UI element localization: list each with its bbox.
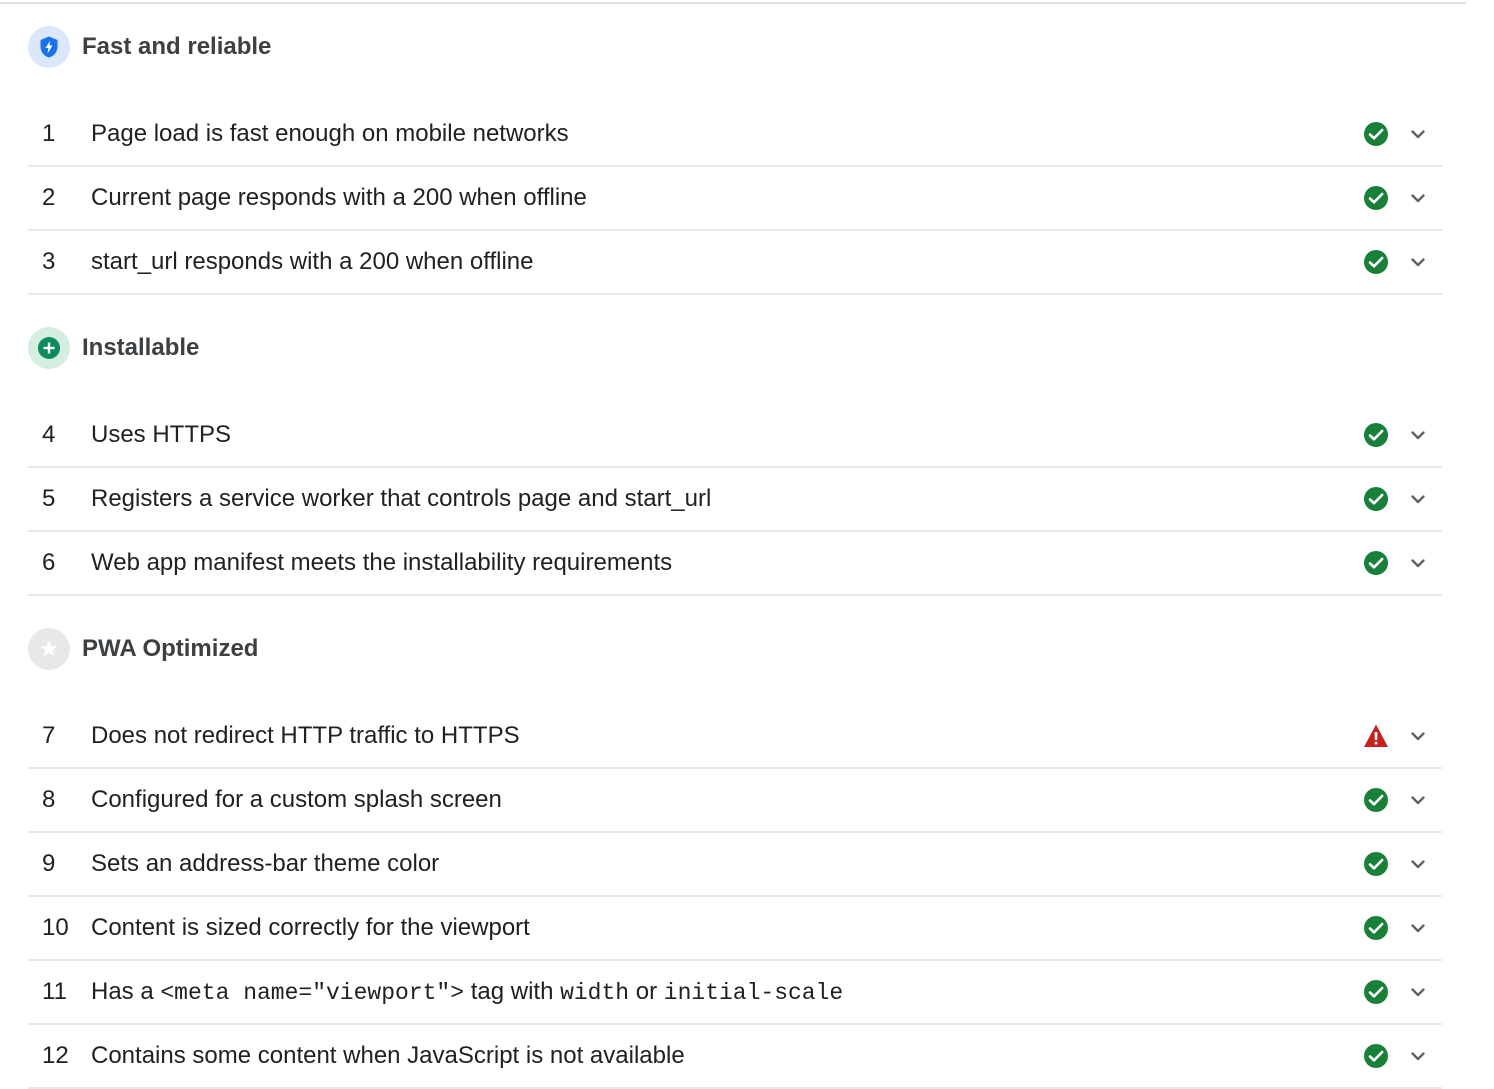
audit-index: 10 [42,914,69,941]
check-circle-icon [1363,249,1389,275]
audit-index: 2 [42,184,56,211]
audit-group-installable: Installable 4 Uses HTTPS 5 Registers a servi… [28,324,1442,596]
audit-index: 4 [42,421,56,448]
audit-row[interactable]: 11 Has a <meta name="viewport"> tag with … [28,961,1442,1025]
audit-index: 12 [42,1042,69,1069]
audit-group-pwa-optimized: PWA Optimized 7 Does not redirect HTTP tra… [28,625,1442,1089]
audit-title-code: <meta name="viewport"> [160,980,465,1006]
audit-index: 11 [42,978,67,1005]
chevron-down-icon[interactable] [1408,188,1428,208]
warning-triangle-icon [1363,723,1389,749]
audit-title-code: width [560,980,630,1006]
chevron-down-icon[interactable] [1408,553,1428,573]
audit-row[interactable]: 10 Content is sized correctly for the vie… [28,897,1442,961]
audit-title: Content is sized correctly for the viewp… [91,914,530,941]
audit-title: Web app manifest meets the installabilit… [91,549,673,576]
audit-index: 3 [42,248,56,275]
audit-title-text: Has a [91,978,161,1005]
audit-list: 7 Does not redirect HTTP traffic to HTTPS… [28,705,1442,1089]
audit-row[interactable]: 3 start_url responds with a 200 when offl… [28,231,1442,295]
group-header: Fast and reliable [28,23,1442,71]
check-circle-icon [1363,979,1389,1005]
audit-index: 6 [42,549,56,576]
star-circle-icon [28,628,70,670]
audit-title: Current page responds with a 200 when of… [91,184,587,211]
check-circle-icon [1363,185,1389,211]
chevron-down-icon[interactable] [1408,790,1428,810]
audit-index: 1 [42,120,56,147]
audit-index: 5 [42,485,56,512]
audit-title-text: or [629,978,664,1005]
audit-row[interactable]: 5 Registers a service worker that control… [28,468,1442,532]
chevron-down-icon[interactable] [1408,726,1428,746]
audit-title: Uses HTTPS [91,421,232,448]
chevron-down-icon[interactable] [1408,425,1428,445]
audit-index: 7 [42,722,56,749]
audit-row[interactable]: 12 Contains some content when JavaScript … [28,1025,1442,1089]
audit-title: start_url responds with a 200 when offli… [91,248,534,275]
audit-row[interactable]: 2 Current page responds with a 200 when o… [28,167,1442,231]
audit-title: Registers a service worker that controls… [91,485,712,512]
chevron-down-icon[interactable] [1408,252,1428,272]
group-title: PWA Optimized [82,635,259,662]
check-circle-icon [1363,915,1389,941]
audit-index: 8 [42,786,56,813]
check-circle-icon [1363,422,1389,448]
group-header: PWA Optimized [28,625,1442,673]
plus-circle-icon [28,327,70,369]
audit-title: Contains some content when JavaScript is… [91,1042,685,1069]
chevron-down-icon[interactable] [1408,489,1428,509]
audit-row[interactable]: 4 Uses HTTPS [28,404,1442,468]
chevron-down-icon[interactable] [1408,124,1428,144]
check-circle-icon [1363,1043,1389,1069]
chevron-down-icon[interactable] [1408,982,1428,1002]
audit-title: Page load is fast enough on mobile netwo… [91,120,569,147]
audit-row[interactable]: 7 Does not redirect HTTP traffic to HTTPS [28,705,1442,769]
lightning-shield-icon [28,26,70,68]
chevron-down-icon[interactable] [1408,1046,1428,1066]
check-circle-icon [1363,851,1389,877]
check-circle-icon [1363,787,1389,813]
audit-list: 4 Uses HTTPS 5 Registers a service worker t… [28,404,1442,596]
check-circle-icon [1363,121,1389,147]
group-title: Installable [82,334,200,361]
audit-title: Has a <meta name="viewport"> tag with wi… [91,978,1442,1006]
top-divider [0,2,1466,4]
audit-row[interactable]: 6 Web app manifest meets the installabili… [28,532,1442,596]
chevron-down-icon[interactable] [1408,918,1428,938]
group-header: Installable [28,324,1442,372]
audit-group-fast-and-reliable: Fast and reliable 1 Page load is fast enou… [28,23,1442,295]
check-circle-icon [1363,486,1389,512]
audit-index: 9 [42,850,56,877]
audit-row[interactable]: 8 Configured for a custom splash screen [28,769,1442,833]
audit-title: Configured for a custom splash screen [91,786,502,813]
audit-row[interactable]: 1 Page load is fast enough on mobile netw… [28,103,1442,167]
audit-title: Does not redirect HTTP traffic to HTTPS [91,722,520,749]
audit-title-text: tag with [464,978,561,1005]
audit-list: 1 Page load is fast enough on mobile netw… [28,103,1442,295]
audit-title-code: initial-scale [663,980,844,1006]
chevron-down-icon[interactable] [1408,854,1428,874]
audit-title: Sets an address-bar theme color [91,850,440,877]
check-circle-icon [1363,550,1389,576]
audit-row[interactable]: 9 Sets an address-bar theme color [28,833,1442,897]
group-title: Fast and reliable [82,33,272,60]
